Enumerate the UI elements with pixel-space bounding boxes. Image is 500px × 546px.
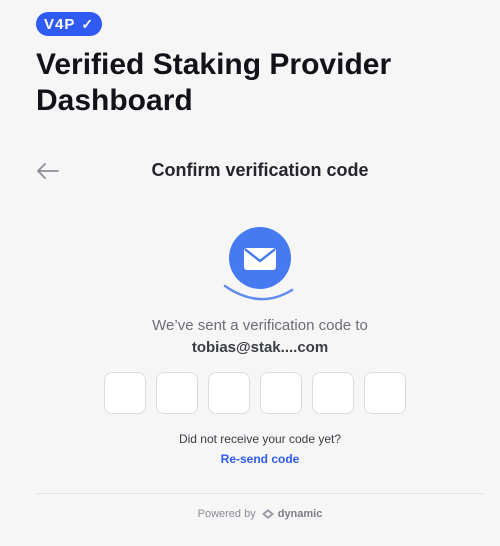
code-digit-5[interactable] [312,372,354,414]
code-digit-2[interactable] [156,372,198,414]
brand-name: dynamic [277,508,323,520]
envelope-icon [223,227,294,301]
divider [36,493,484,494]
verification-card: Confirm verification code We’ve sent a v… [36,150,484,546]
card-title: Confirm verification code [151,160,369,180]
card-header: Confirm verification code [36,150,484,194]
logo-text: V4P [44,15,76,33]
sent-message: We’ve sent a verification code to [152,317,368,334]
email-address: tobias@stak....com [191,339,329,356]
dynamic-brand-link[interactable]: dynamic [261,508,323,520]
vsp-logo: V4P ✓ [36,12,103,36]
code-digit-6[interactable] [364,372,406,414]
code-digit-4[interactable] [260,372,302,414]
mail-icon-container [222,226,298,302]
code-input-row [104,372,406,414]
dynamic-logo-icon [261,509,274,519]
no-code-message: Did not receive your code yet? [178,432,342,446]
powered-by-label: Powered by [197,508,256,520]
header: V4P ✓ Verified Staking Provider Dashboar… [36,12,476,119]
check-icon: ✓ [81,16,95,32]
code-digit-1[interactable] [104,372,146,414]
page-title: Verified Staking Provider Dashboard [36,48,392,117]
resend-code-link[interactable]: Re-send code [36,452,484,466]
powered-by-footer: Powered by dynamic [36,508,484,520]
code-digit-3[interactable] [208,372,250,414]
